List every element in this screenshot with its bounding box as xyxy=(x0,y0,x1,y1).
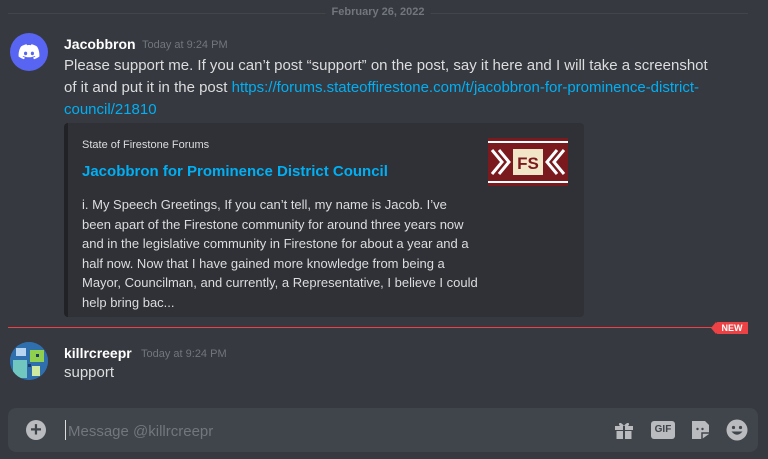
gift-icon[interactable] xyxy=(612,418,636,442)
gif-icon[interactable]: GIF xyxy=(651,418,675,442)
embed-description: i. My Speech Greetings, If you can’t tel… xyxy=(82,197,478,310)
username[interactable]: killrcreepr xyxy=(64,345,132,361)
avatar[interactable] xyxy=(10,342,48,380)
sticker-icon[interactable] xyxy=(688,418,712,442)
timestamp[interactable]: Today at 9:24 PM xyxy=(142,39,228,51)
thumbnail-text: FS xyxy=(517,154,539,173)
gif-label: GIF xyxy=(651,421,675,439)
username[interactable]: Jacobbron xyxy=(64,36,136,52)
emoji-icon[interactable] xyxy=(725,418,749,442)
date-divider-label: February 26, 2022 xyxy=(325,6,431,18)
embed-title[interactable]: Jacobbron for Prominence District Counci… xyxy=(82,163,388,180)
new-messages-divider xyxy=(8,327,748,328)
date-divider: February 26, 2022 xyxy=(8,6,748,22)
discord-logo-icon xyxy=(18,44,40,60)
add-attachment-icon[interactable]: + xyxy=(26,420,46,440)
message-content: support xyxy=(64,362,724,384)
timestamp[interactable]: Today at 9:24 PM xyxy=(141,348,227,360)
message-composer: + GIF xyxy=(8,408,758,452)
message-input[interactable] xyxy=(66,416,590,446)
message-content: Please support me. If you can’t post “su… xyxy=(64,55,724,121)
avatar[interactable] xyxy=(10,33,48,71)
avatar-image xyxy=(10,342,48,380)
new-badge: NEW xyxy=(711,322,748,334)
link-embed: State of Firestone Forums Jacobbron for … xyxy=(64,123,584,317)
embed-thumbnail[interactable]: FS xyxy=(488,138,568,186)
message-text: support xyxy=(64,364,115,381)
embed-provider[interactable]: State of Firestone Forums xyxy=(82,139,209,151)
